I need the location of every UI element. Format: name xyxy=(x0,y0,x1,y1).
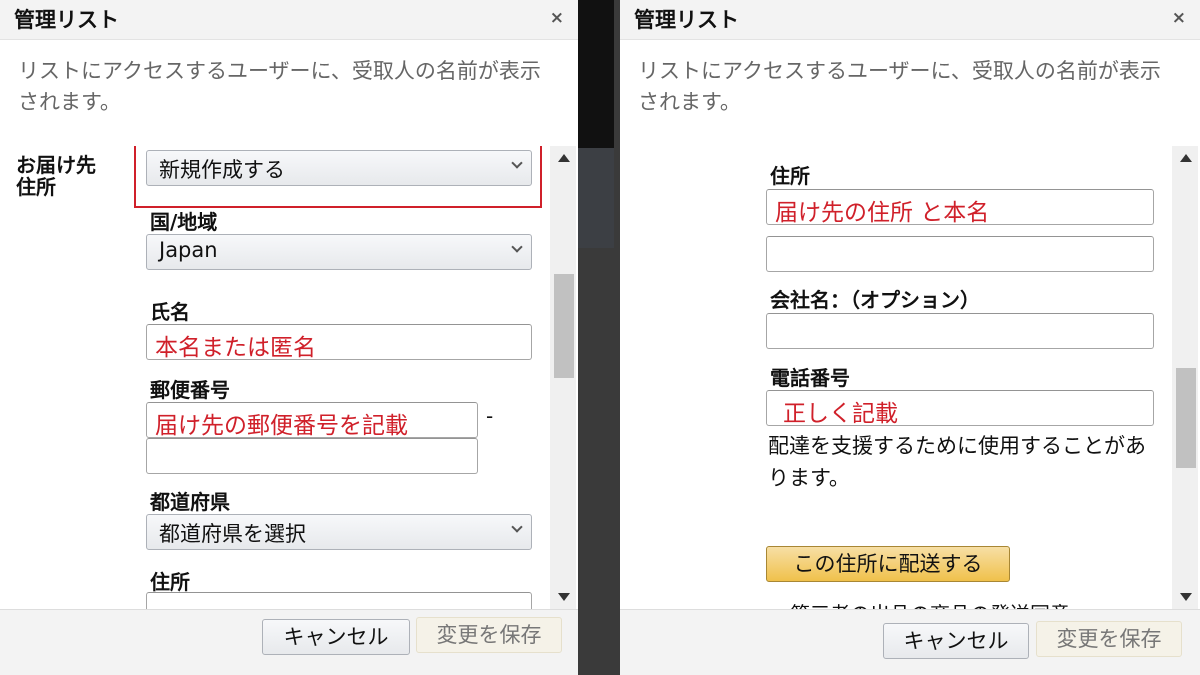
background-dark-area xyxy=(578,0,614,148)
scrollbar[interactable] xyxy=(1172,146,1198,609)
form-scroll-area[interactable]: お届け先 住所 新規作成する 国/地域 Japan 氏名 本名または匿名 郵便番… xyxy=(0,146,578,609)
name-input[interactable]: 本名または匿名 xyxy=(146,324,532,361)
address-input[interactable]: 届け先の住所 と本名 xyxy=(766,189,1154,226)
background-page-strip xyxy=(578,0,620,675)
scroll-up-icon[interactable] xyxy=(1180,154,1192,162)
address-book-select[interactable]: 新規作成する xyxy=(146,150,532,186)
close-icon[interactable]: × xyxy=(1172,8,1186,28)
prefecture-select-value: 都道府県を選択 xyxy=(159,522,306,546)
manage-list-dialog-left: 管理リスト × リストにアクセスするユーザーに、受取人の名前が表示されます。 お… xyxy=(0,0,578,675)
postal-code-label: 郵便番号 xyxy=(150,378,230,402)
dialog-title: 管理リスト xyxy=(634,8,739,32)
intro-text: リストにアクセスするユーザーに、受取人の名前が表示されます。 xyxy=(638,59,1161,114)
scroll-up-icon[interactable] xyxy=(558,154,570,162)
close-icon[interactable]: × xyxy=(550,8,564,28)
save-changes-button[interactable]: 変更を保存 xyxy=(1036,621,1182,657)
cancel-button[interactable]: キャンセル xyxy=(883,623,1029,659)
phone-label: 電話番号 xyxy=(770,366,850,390)
shipping-address-label: お届け先 住所 xyxy=(16,153,96,199)
prefecture-label: 都道府県 xyxy=(150,490,230,514)
phone-helper-text: 配達を支援するために使用することがあります。 xyxy=(768,434,1146,490)
scrollbar[interactable] xyxy=(550,146,576,609)
postal-code-input-2[interactable] xyxy=(146,438,478,474)
save-changes-button[interactable]: 変更を保存 xyxy=(416,617,562,653)
country-label: 国/地域 xyxy=(150,210,218,234)
prefecture-select[interactable]: 都道府県を選択 xyxy=(146,514,532,550)
cancel-button[interactable]: キャンセル xyxy=(262,619,410,655)
dialog-title: 管理リスト xyxy=(14,8,119,32)
ship-to-address-button[interactable]: この住所に配送する xyxy=(766,546,1010,582)
scroll-down-icon[interactable] xyxy=(558,593,570,601)
company-label: 会社名：（オプション） xyxy=(770,288,980,312)
consent-label: 第三者の出品の商品の発送同意 xyxy=(790,598,1070,609)
address-input-2[interactable] xyxy=(766,236,1154,272)
address-label: 住所 xyxy=(770,164,810,188)
manage-list-dialog-right: 管理リスト × リストにアクセスするユーザーに、受取人の名前が表示されます。 住… xyxy=(620,0,1200,675)
chevron-down-icon xyxy=(511,521,523,533)
address-book-select-value: 新規作成する xyxy=(159,158,285,182)
chevron-down-icon xyxy=(511,241,523,253)
postal-code-input[interactable]: 届け先の郵便番号を記載 xyxy=(146,402,478,439)
address-input[interactable] xyxy=(146,592,532,609)
chevron-down-icon xyxy=(511,157,523,169)
dialog-footer: キャンセル 変更を保存 xyxy=(0,609,578,675)
scrollbar-thumb[interactable] xyxy=(554,274,574,378)
intro-text: リストにアクセスするユーザーに、受取人の名前が表示されます。 xyxy=(18,59,541,114)
scrollbar-thumb[interactable] xyxy=(1176,368,1196,468)
country-select[interactable]: Japan xyxy=(146,234,532,270)
form-scroll-area[interactable]: 住所 届け先の住所 と本名 会社名：（オプション） 電話番号 正しく記載 配達を… xyxy=(620,146,1200,609)
dialog-footer: キャンセル 変更を保存 xyxy=(620,609,1200,675)
postal-code-dash: - xyxy=(486,404,494,428)
dialog-header: 管理リスト × xyxy=(620,0,1200,40)
country-select-value: Japan xyxy=(159,238,218,262)
address-label: 住所 xyxy=(150,570,190,594)
scroll-down-icon[interactable] xyxy=(1180,593,1192,601)
phone-input[interactable]: 正しく記載 xyxy=(766,390,1154,427)
name-label: 氏名 xyxy=(150,300,190,324)
dialog-header: 管理リスト × xyxy=(0,0,578,40)
background-mid-area xyxy=(578,148,614,248)
company-input[interactable] xyxy=(766,313,1154,349)
